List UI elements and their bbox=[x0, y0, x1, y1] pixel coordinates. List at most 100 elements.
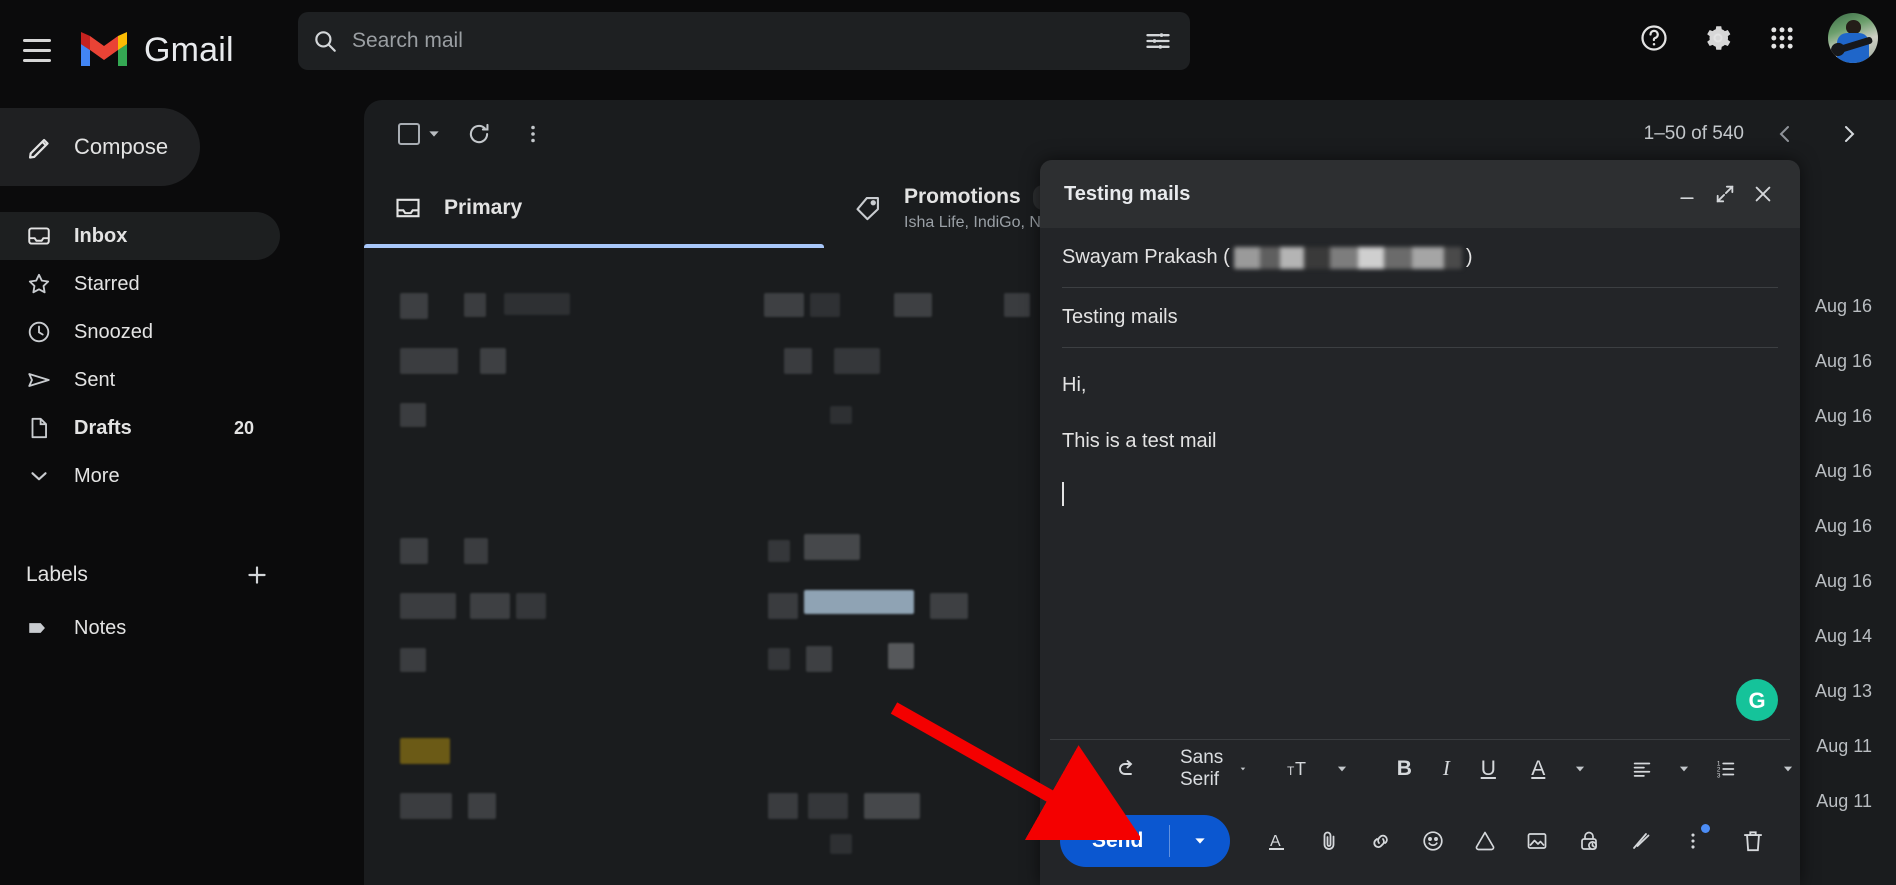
table-row[interactable] bbox=[806, 646, 832, 672]
close-icon[interactable] bbox=[1744, 175, 1782, 213]
confidential-mode-icon[interactable] bbox=[1566, 818, 1612, 864]
align-caret-icon[interactable] bbox=[1665, 749, 1703, 789]
labels-section-header: Labels bbox=[0, 546, 300, 604]
refresh-icon[interactable] bbox=[456, 111, 502, 157]
gear-icon[interactable] bbox=[1690, 10, 1746, 66]
table-row[interactable] bbox=[764, 293, 804, 317]
sidebar-item-snoozed[interactable]: Snoozed bbox=[0, 308, 280, 356]
chevron-down-icon[interactable] bbox=[426, 126, 442, 142]
send-button[interactable]: Send bbox=[1060, 815, 1231, 867]
table-row[interactable] bbox=[516, 593, 546, 619]
table-row[interactable] bbox=[808, 793, 848, 819]
select-all-checkbox[interactable] bbox=[392, 117, 448, 151]
top-right-actions bbox=[1626, 10, 1878, 66]
table-row[interactable] bbox=[400, 793, 452, 819]
font-family-select[interactable]: Sans Serif bbox=[1170, 747, 1257, 791]
gmail-logo-brand[interactable]: Gmail bbox=[78, 30, 234, 70]
table-row[interactable] bbox=[930, 593, 968, 619]
more-vertical-icon[interactable] bbox=[510, 111, 556, 157]
align-left-icon[interactable] bbox=[1623, 749, 1661, 789]
table-row[interactable] bbox=[804, 534, 860, 560]
table-row[interactable] bbox=[768, 648, 790, 670]
table-row[interactable] bbox=[768, 793, 798, 819]
more-format-options-icon[interactable] bbox=[1769, 749, 1807, 789]
chevron-down-icon bbox=[1241, 767, 1246, 770]
table-row[interactable] bbox=[504, 293, 570, 315]
table-row[interactable] bbox=[768, 593, 798, 619]
drive-icon[interactable] bbox=[1462, 818, 1508, 864]
tab-primary[interactable]: Primary bbox=[364, 168, 824, 248]
apps-grid-icon[interactable] bbox=[1754, 10, 1810, 66]
table-row[interactable] bbox=[400, 648, 426, 672]
table-row[interactable] bbox=[768, 540, 790, 562]
text-color-button[interactable]: A bbox=[1519, 749, 1557, 789]
table-row[interactable] bbox=[830, 406, 852, 424]
grammarly-icon[interactable]: G bbox=[1736, 679, 1778, 721]
formatting-options-icon[interactable]: A bbox=[1254, 818, 1300, 864]
redo-icon[interactable] bbox=[1108, 749, 1146, 789]
plus-icon[interactable] bbox=[242, 560, 272, 590]
table-row[interactable] bbox=[810, 293, 840, 317]
help-icon[interactable] bbox=[1626, 10, 1682, 66]
table-row[interactable] bbox=[784, 348, 812, 374]
trash-icon[interactable] bbox=[1730, 818, 1776, 864]
compose-button[interactable]: Compose bbox=[0, 108, 200, 186]
table-row[interactable] bbox=[888, 643, 914, 669]
chevron-left-icon[interactable] bbox=[1762, 111, 1808, 157]
table-row[interactable] bbox=[400, 348, 458, 374]
signature-icon[interactable] bbox=[1618, 818, 1664, 864]
subject-field[interactable]: Testing mails bbox=[1062, 288, 1778, 348]
underline-button[interactable]: U bbox=[1469, 749, 1507, 789]
sidebar-label-notes[interactable]: Notes bbox=[0, 604, 280, 652]
table-row[interactable] bbox=[464, 293, 486, 317]
text-color-caret-icon[interactable] bbox=[1561, 749, 1599, 789]
table-row[interactable] bbox=[834, 348, 880, 374]
message-body[interactable]: Hi, This is a test mail G bbox=[1040, 348, 1800, 739]
numbered-list-icon[interactable]: 1 2 3 bbox=[1707, 749, 1745, 789]
sidebar-item-inbox[interactable]: Inbox bbox=[0, 212, 280, 260]
table-row[interactable] bbox=[864, 793, 920, 819]
italic-button[interactable]: I bbox=[1427, 749, 1465, 789]
send-options-caret-icon[interactable] bbox=[1170, 833, 1230, 849]
tune-icon[interactable] bbox=[1126, 27, 1190, 55]
attach-file-icon[interactable] bbox=[1306, 818, 1352, 864]
table-row[interactable] bbox=[400, 538, 428, 564]
minimize-icon[interactable] bbox=[1668, 175, 1706, 213]
emoji-icon[interactable] bbox=[1410, 818, 1456, 864]
search-bar[interactable] bbox=[298, 12, 1190, 70]
search-icon[interactable] bbox=[298, 28, 352, 54]
table-row[interactable] bbox=[400, 738, 450, 764]
text-size-icon[interactable]: TT bbox=[1281, 749, 1319, 789]
bold-button[interactable]: B bbox=[1385, 749, 1423, 789]
table-row[interactable] bbox=[804, 590, 914, 614]
table-row[interactable] bbox=[830, 834, 852, 854]
svg-text:T: T bbox=[1295, 759, 1306, 779]
gmail-m-icon bbox=[81, 32, 127, 66]
hamburger-icon[interactable] bbox=[8, 21, 66, 79]
user-avatar[interactable] bbox=[1828, 13, 1878, 63]
compose-window-header[interactable]: Testing mails bbox=[1040, 160, 1800, 228]
chevron-right-icon[interactable] bbox=[1826, 111, 1872, 157]
recipient-field[interactable]: Swayam Prakash ( ) bbox=[1062, 228, 1778, 288]
insert-photo-icon[interactable] bbox=[1514, 818, 1560, 864]
sidebar-item-sent[interactable]: Sent bbox=[0, 356, 280, 404]
table-row[interactable] bbox=[464, 538, 488, 564]
undo-icon[interactable] bbox=[1066, 749, 1104, 789]
text-size-caret-icon[interactable] bbox=[1323, 749, 1361, 789]
sidebar-item-more[interactable]: More bbox=[0, 452, 280, 500]
search-input[interactable] bbox=[352, 29, 1126, 53]
top-bar: Gmail bbox=[0, 0, 1896, 100]
sidebar-item-starred[interactable]: Starred bbox=[0, 260, 280, 308]
table-row[interactable] bbox=[400, 403, 426, 427]
table-row[interactable] bbox=[470, 593, 510, 619]
table-row[interactable] bbox=[400, 593, 456, 619]
table-row[interactable] bbox=[400, 293, 428, 319]
table-row[interactable] bbox=[1004, 293, 1030, 317]
more-options-icon[interactable] bbox=[1670, 818, 1716, 864]
table-row[interactable] bbox=[468, 793, 496, 819]
expand-icon[interactable] bbox=[1706, 175, 1744, 213]
table-row[interactable] bbox=[894, 293, 932, 317]
sidebar-item-drafts[interactable]: Drafts 20 bbox=[0, 404, 280, 452]
table-row[interactable] bbox=[480, 348, 506, 374]
insert-link-icon[interactable] bbox=[1358, 818, 1404, 864]
